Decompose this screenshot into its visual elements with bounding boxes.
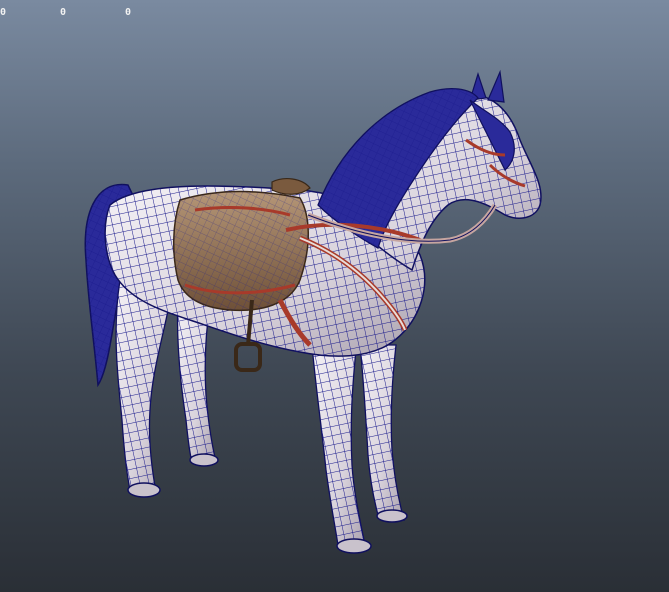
horse-saddle [173,178,311,312]
3d-viewport[interactable]: 0 0 0 [0,0,669,592]
horse-wireframe-model[interactable] [0,0,669,592]
horse-hooves [127,453,408,554]
